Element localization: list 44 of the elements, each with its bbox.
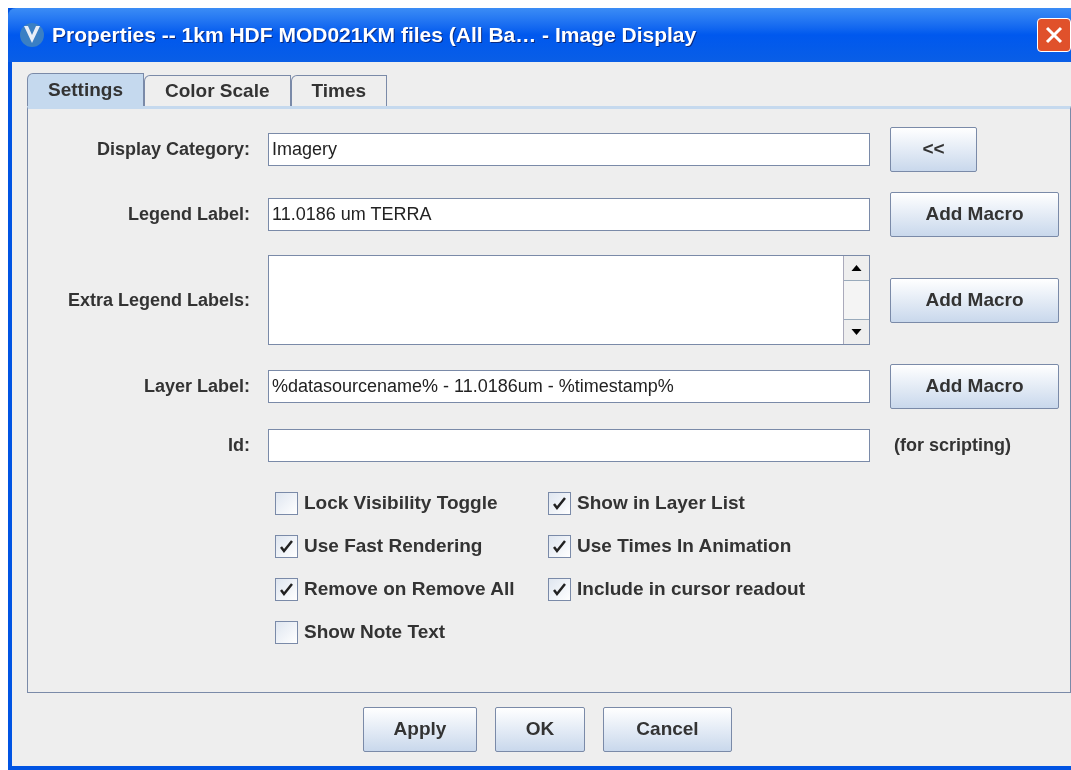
action-button[interactable]: Add Macro [890,277,1059,323]
tab[interactable]: Color Scale [143,75,291,106]
action-button[interactable]: << [890,127,977,172]
dialog-button[interactable]: Cancel [603,707,732,752]
checkbox[interactable] [275,535,298,558]
close-button[interactable] [1037,18,1071,52]
checkbox[interactable] [275,621,298,644]
checkbox[interactable] [275,578,298,601]
checkbox-label: Show in Layer List [577,491,745,516]
input-field[interactable] [268,429,870,462]
checkbox-label: Use Times In Animation [577,534,792,559]
check-icon [279,582,294,597]
action-button[interactable]: Add Macro [890,192,1059,237]
checkbox[interactable] [548,535,571,558]
checkbox[interactable] [548,492,571,515]
checkbox[interactable] [275,492,298,515]
checkbox-label: Lock Visibility Toggle [304,491,498,516]
field-label: Legend Label: [127,203,250,226]
field-label: Extra Legend Labels: [66,288,250,312]
dialog-button[interactable]: OK [495,707,585,752]
tab[interactable]: Settings [27,73,144,106]
window-title: Properties -- 1km HDF MOD021KM files (All Ba… - Image Display [52,22,697,49]
scrollbar[interactable] [843,256,869,344]
input-field[interactable]: 11.0186 um TERRA [268,198,870,231]
tab[interactable]: Times [290,75,388,106]
dialog-button[interactable]: Apply [363,707,477,752]
checkbox-label: Remove on Remove All [304,577,515,602]
input-field[interactable]: %datasourcename% - 11.0186um - %timestamp% [268,370,870,403]
checkbox-label: Use Fast Rendering [304,534,483,559]
field-label: Id: [227,434,250,457]
field-label: Display Category: [95,138,250,161]
check-icon [552,582,567,597]
app-icon [18,21,46,49]
check-icon [279,539,294,554]
close-icon [1044,25,1064,45]
field-label: Layer Label: [142,375,250,398]
check-icon [552,496,567,511]
checkbox-label: Include in cursor readout [577,577,806,602]
check-icon [552,539,567,554]
input-field[interactable]: Imagery [268,133,870,166]
action-button[interactable]: Add Macro [890,364,1059,409]
checkbox-label: Show Note Text [304,620,446,645]
hint-text: (for scripting) [894,434,1011,457]
checkbox[interactable] [548,578,571,601]
